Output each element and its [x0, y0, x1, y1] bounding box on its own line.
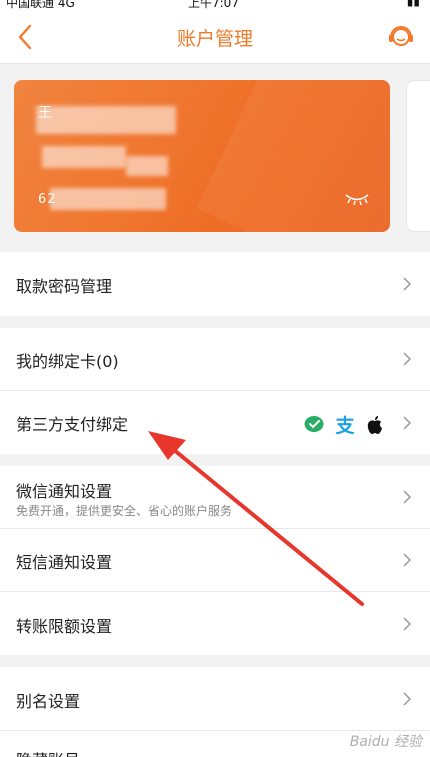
chevron-right-icon	[403, 277, 412, 291]
chevron-right-icon	[403, 617, 412, 631]
bound-cards-row[interactable]: 我的绑定卡(0)	[0, 328, 430, 390]
chevron-right-icon	[403, 490, 412, 504]
blurred-info-2	[126, 156, 168, 176]
blurred-holder	[36, 106, 176, 134]
page-title: 账户管理	[176, 28, 253, 50]
sms-notify-label: 短信通知设置	[16, 553, 113, 572]
third-party-payment-label: 第三方支付绑定	[16, 415, 129, 434]
customer-service-button[interactable]	[384, 20, 418, 54]
apple-icon	[364, 414, 386, 436]
sms-notify-row[interactable]: 短信通知设置	[0, 529, 430, 591]
chevron-right-icon	[403, 692, 412, 706]
chevron-right-icon	[403, 553, 412, 567]
transfer-limit-row[interactable]: 转账限额设置	[0, 592, 430, 655]
pin-management-row[interactable]: 取款密码管理	[0, 252, 430, 316]
eye-closed-icon[interactable]	[344, 192, 370, 206]
alipay-icon: 支	[334, 414, 356, 437]
chevron-right-icon	[403, 352, 412, 366]
svg-text:支: 支	[334, 415, 355, 436]
bank-card[interactable]: 王 62	[14, 80, 390, 232]
card-sheen	[197, 80, 390, 232]
nav-bar: 账户管理	[0, 10, 430, 64]
alias-label: 别名设置	[16, 692, 81, 711]
card-carousel[interactable]: 王 62	[0, 64, 430, 251]
payment-icons: 支	[304, 414, 386, 437]
alias-row[interactable]: 别名设置	[0, 667, 430, 730]
headset-icon	[389, 26, 413, 46]
watermark-text: Baidu 经验	[349, 734, 422, 750]
status-bar: 中国联通 4G 上午7:07 ▮▮	[0, 0, 430, 10]
battery-icon: ▮▮	[406, 0, 420, 8]
hide-account-label: 隐藏账号	[16, 747, 80, 757]
transfer-limit-label: 转账限额设置	[16, 617, 113, 636]
carrier-label: 中国联通 4G	[6, 0, 75, 10]
pin-management-label: 取款密码管理	[16, 277, 113, 296]
third-party-payment-row[interactable]: 第三方支付绑定 支	[0, 391, 430, 454]
bound-cards-label: 我的绑定卡(0)	[16, 352, 119, 371]
chevron-right-icon	[403, 416, 412, 430]
wechat-notify-label: 微信通知设置	[16, 482, 113, 501]
wechat-notify-subtitle: 免费开通，提供更安全、省心的账户服务	[16, 504, 233, 518]
status-time: 上午7:07	[188, 0, 239, 10]
wechat-icon	[304, 414, 326, 436]
blurred-info	[42, 146, 126, 168]
wechat-notify-row[interactable]: 微信通知设置 免费开通，提供更安全、省心的账户服务	[0, 466, 430, 528]
blurred-number	[50, 188, 166, 210]
next-card-preview[interactable]	[406, 80, 430, 232]
